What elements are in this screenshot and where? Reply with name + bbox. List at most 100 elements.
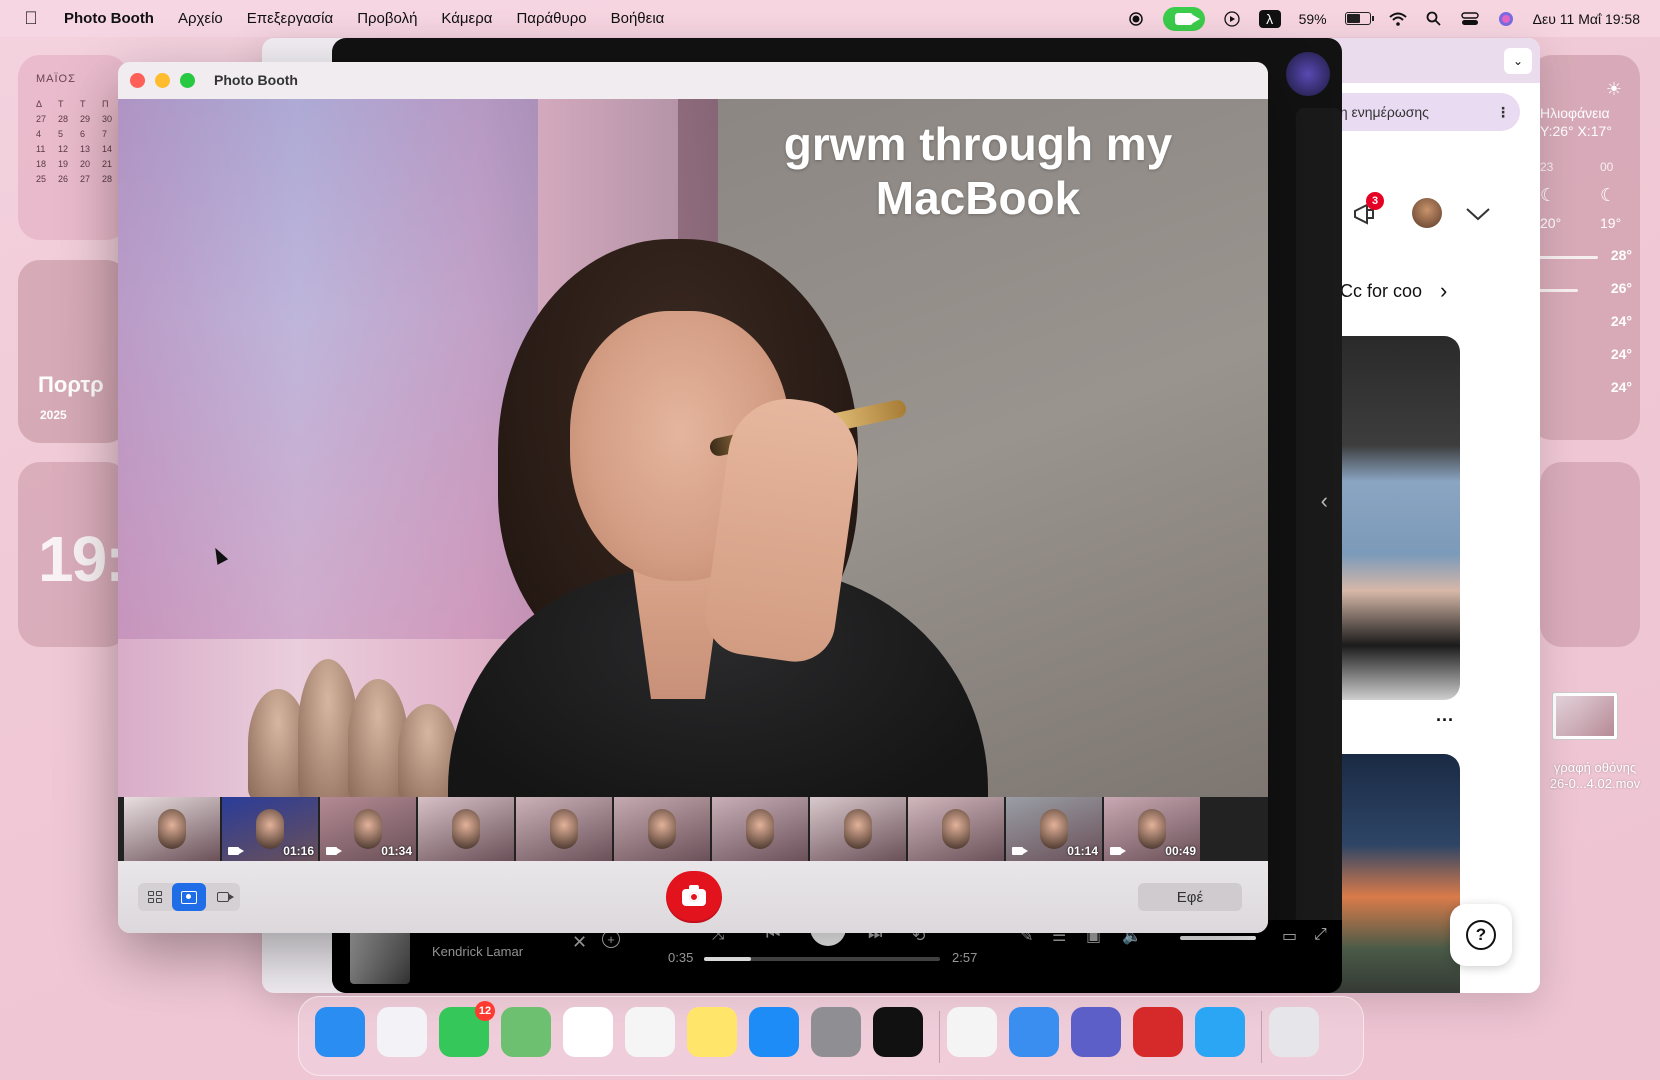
effects-button[interactable]: Εφέ xyxy=(1138,883,1242,911)
facetime-icon[interactable] xyxy=(1162,6,1205,31)
more-horizontal-icon[interactable]: ··· xyxy=(1436,710,1454,731)
menu-view[interactable]: Προβολή xyxy=(357,10,417,27)
photo-thumbnail[interactable] xyxy=(614,797,710,861)
photo-thumbnail[interactable]: 01:16 xyxy=(222,797,318,861)
category-chip[interactable]: Cc for coo xyxy=(1340,281,1422,302)
photo-thumbnail[interactable]: 00:49 xyxy=(1104,797,1200,861)
photo-thumbnail[interactable] xyxy=(516,797,612,861)
thumbnail-subject xyxy=(942,809,970,849)
more-vertical-icon[interactable]: ⋮ xyxy=(1496,104,1510,121)
desktop-file-label[interactable]: γραφή οθόνης 26-0...4.02.mov xyxy=(1530,760,1660,792)
chevron-down-icon[interactable] xyxy=(1462,198,1494,230)
thumbnail-subject xyxy=(746,809,774,849)
fullscreen-icon[interactable]: ⤢ xyxy=(1314,926,1327,944)
photos-widget[interactable]: Πορτρ 2025 xyxy=(18,260,128,443)
trash-icon[interactable] xyxy=(1269,1007,1319,1057)
search-icon[interactable] xyxy=(1425,10,1443,28)
widget-right[interactable] xyxy=(1540,462,1640,647)
preview-icon[interactable] xyxy=(1009,1007,1059,1057)
volume-slider[interactable] xyxy=(1180,936,1256,940)
progress-bar[interactable] xyxy=(704,957,940,961)
record-icon[interactable] xyxy=(1127,10,1145,28)
weather-hour-temp: 19° xyxy=(1600,215,1622,231)
control-center-icon[interactable] xyxy=(1460,10,1479,28)
photo-thumbnail[interactable] xyxy=(124,797,220,861)
chevron-right-icon[interactable]: › xyxy=(1440,278,1447,304)
photo-booth-icon[interactable] xyxy=(1133,1007,1183,1057)
help-icon: ? xyxy=(1466,920,1496,950)
photos-icon[interactable] xyxy=(563,1007,613,1057)
notes-icon[interactable] xyxy=(687,1007,737,1057)
lambda-icon[interactable]: λ xyxy=(1258,9,1281,28)
weather-condition: Ηλιοφάνεια xyxy=(1540,105,1610,121)
video-duration: 01:16 xyxy=(283,844,314,858)
take-photo-button[interactable] xyxy=(666,871,722,923)
desktop-file-thumbnail[interactable] xyxy=(1552,692,1618,740)
maps-icon[interactable] xyxy=(501,1007,551,1057)
single-photo-mode-button[interactable] xyxy=(172,883,206,911)
photos-widget-title: Πορτρ xyxy=(38,372,104,397)
miniplayer-icon[interactable]: ▭ xyxy=(1282,926,1297,946)
launchpad-icon[interactable] xyxy=(377,1007,427,1057)
weather-day-temp: 24° xyxy=(1610,346,1632,362)
clock-widget[interactable]: 19: xyxy=(18,462,128,647)
system-settings-icon[interactable] xyxy=(811,1007,861,1057)
menu-file[interactable]: Αρχείο xyxy=(178,10,223,27)
avatar[interactable] xyxy=(1412,198,1442,228)
battery-icon[interactable] xyxy=(1344,12,1374,25)
artist-name[interactable]: Kendrick Lamar xyxy=(432,944,523,959)
video-mode-button[interactable] xyxy=(206,883,240,911)
thumbnail-subject xyxy=(550,809,578,849)
apple-icon[interactable]:  xyxy=(22,8,40,29)
siri-icon[interactable] xyxy=(1497,10,1515,28)
play-icon[interactable] xyxy=(1223,10,1241,28)
menu-app-name[interactable]: Photo Booth xyxy=(64,10,154,27)
wifi-icon[interactable] xyxy=(1388,10,1407,28)
notification-badge: 3 xyxy=(1366,192,1384,210)
finder-icon[interactable] xyxy=(315,1007,365,1057)
photo-booth-window[interactable]: Photo Booth grwm through my MacBook 01:1… xyxy=(118,62,1268,933)
capcut-icon[interactable] xyxy=(625,1007,675,1057)
thumbnail-subject xyxy=(1138,809,1166,849)
photo-thumbnail[interactable] xyxy=(810,797,906,861)
photo-thumbnail[interactable]: 01:34 xyxy=(320,797,416,861)
photo-thumbnail[interactable] xyxy=(418,797,514,861)
minimize-window-button[interactable] xyxy=(155,73,170,88)
calendar-widget[interactable]: ΜΑΪΟΣ Δ Τ Τ Π Π 272829304567111213141819… xyxy=(18,55,131,240)
close-icon[interactable]: ✕ xyxy=(572,932,587,953)
spotify-icon[interactable] xyxy=(873,1007,923,1057)
photo-thumbnail[interactable]: 01:14 xyxy=(1006,797,1102,861)
chevron-down-icon[interactable]: ⌄ xyxy=(1504,48,1532,74)
messages-icon[interactable]: 12 xyxy=(439,1001,495,1057)
notifications-icon[interactable]: 3 xyxy=(1348,192,1384,230)
menu-camera[interactable]: Κάμερα xyxy=(441,10,492,27)
menu-window[interactable]: Παράθυρο xyxy=(516,10,586,27)
menu-edit[interactable]: Επεξεργασία xyxy=(247,10,333,27)
video-badge-icon xyxy=(1110,847,1126,855)
zoom-window-button[interactable] xyxy=(180,73,195,88)
chrome-icon[interactable] xyxy=(947,1007,997,1057)
close-window-button[interactable] xyxy=(130,73,145,88)
photo-thumbnail[interactable] xyxy=(908,797,1004,861)
menu-help[interactable]: Βοήθεια xyxy=(611,10,665,27)
calendar-day: 5 xyxy=(58,129,64,139)
quicktime-icon[interactable] xyxy=(1195,1007,1245,1057)
caption-line: grwm through my xyxy=(783,118,1173,170)
right-sidebar xyxy=(1296,108,1342,938)
desktop-file-name: γραφή οθόνης xyxy=(1553,760,1637,775)
help-button[interactable]: ? xyxy=(1450,904,1512,966)
thumbnail-subject xyxy=(256,809,284,849)
clock[interactable]: Δευ 11 Μαΐ 19:58 xyxy=(1533,11,1640,27)
four-up-mode-button[interactable] xyxy=(138,883,172,911)
album-cover[interactable] xyxy=(350,924,410,984)
app-store-icon[interactable] xyxy=(749,1007,799,1057)
profile-avatar[interactable] xyxy=(1286,52,1330,96)
chevron-left-icon[interactable]: ‹ xyxy=(1321,488,1328,514)
progress-fill xyxy=(704,957,752,961)
dock-badge: 12 xyxy=(475,1001,495,1021)
teams-icon[interactable] xyxy=(1071,1007,1121,1057)
weather-widget[interactable]: ☀ Ηλιοφάνεια Υ:26° Χ:17° 23 00 ☾ ☾ 20° 1… xyxy=(1530,55,1640,440)
photo-thumbnail[interactable] xyxy=(712,797,808,861)
weather-hilo: Υ:26° Χ:17° xyxy=(1540,123,1612,139)
title-bar[interactable]: Photo Booth xyxy=(118,62,1268,99)
